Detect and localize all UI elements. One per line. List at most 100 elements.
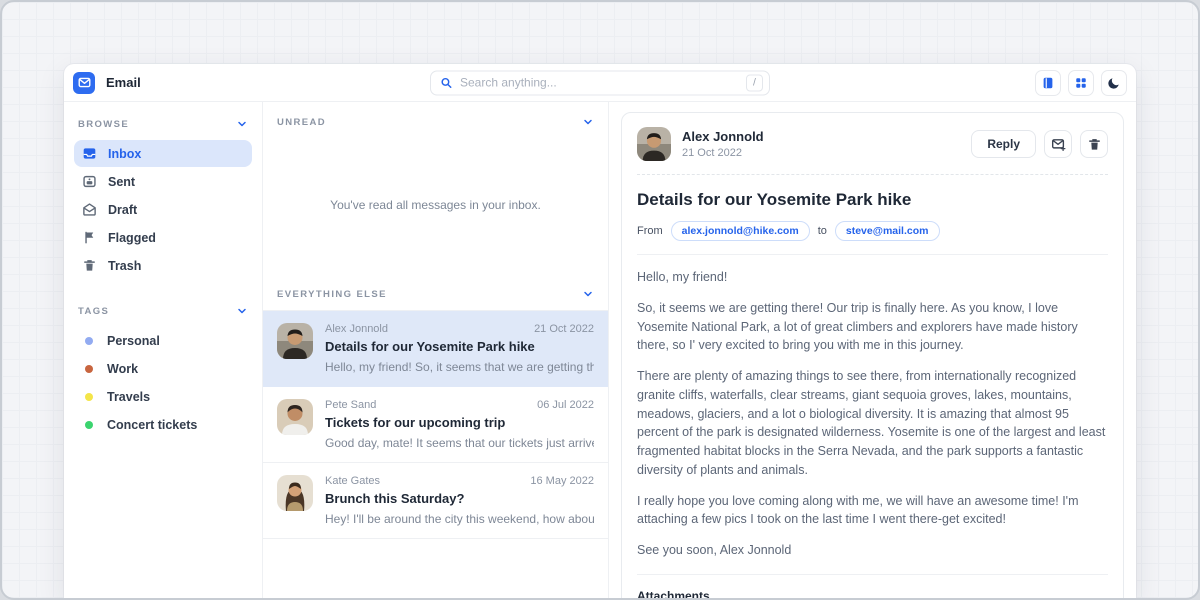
body-paragraph: Hello, my friend!	[637, 268, 1108, 287]
tag-personal[interactable]: Personal	[74, 327, 252, 355]
sidebar-item-trash[interactable]: Trash	[74, 252, 252, 279]
tags-section-header[interactable]: TAGS	[74, 301, 252, 327]
sidebar-item-draft[interactable]: Draft	[74, 196, 252, 223]
divider	[637, 574, 1108, 575]
app-title: Email	[106, 75, 141, 90]
unread-empty-text: You've read all messages in your inbox.	[330, 198, 541, 212]
from-to-row: From alex.jonnold@hike.com to steve@mail…	[637, 221, 1108, 241]
email-app-window: Email /	[64, 64, 1136, 598]
email-preview: Good day, mate! It seems that our ticket…	[325, 436, 594, 450]
sent-icon	[82, 174, 97, 189]
email-sender: Kate Gates	[325, 475, 380, 487]
chevron-down-icon[interactable]	[236, 305, 248, 317]
avatar	[637, 127, 671, 161]
detail-sender-block: Alex Jonnold 21 Oct 2022	[682, 129, 764, 159]
reply-button[interactable]: Reply	[971, 130, 1036, 158]
sidebar-item-inbox[interactable]: Inbox	[74, 140, 252, 167]
tag-color-dot	[85, 393, 93, 401]
tags-section: TAGS Personal Work	[74, 301, 252, 439]
address-book-button[interactable]	[1035, 70, 1061, 96]
detail-actions: Reply	[971, 130, 1108, 158]
envelope-icon	[78, 76, 91, 89]
trash-icon	[1087, 137, 1102, 152]
chevron-down-icon[interactable]	[582, 288, 594, 300]
grid-icon	[1074, 76, 1088, 90]
email-date: 16 May 2022	[530, 475, 594, 487]
email-sender: Alex Jonnold	[325, 323, 388, 335]
header-actions	[1035, 70, 1127, 96]
browse-section-header[interactable]: BROWSE	[74, 114, 252, 140]
tag-travels[interactable]: Travels	[74, 383, 252, 411]
email-meta: Pete Sand 06 Jul 2022 Tickets for our up…	[325, 399, 594, 450]
email-detail-card: Alex Jonnold 21 Oct 2022 Reply	[621, 112, 1124, 600]
inbox-icon	[82, 146, 97, 161]
detail-date: 21 Oct 2022	[682, 147, 764, 159]
email-preview: Hey! I'll be around the city this weeken…	[325, 512, 594, 526]
email-body: Hello, my friend! So, it seems we are ge…	[637, 255, 1108, 574]
sidebar-item-label: Trash	[108, 259, 141, 273]
email-list-item-alex[interactable]: Alex Jonnold 21 Oct 2022 Details for our…	[263, 311, 608, 387]
tag-color-dot	[85, 421, 93, 429]
apps-grid-button[interactable]	[1068, 70, 1094, 96]
tag-label: Concert tickets	[107, 418, 197, 432]
email-meta: Alex Jonnold 21 Oct 2022 Details for our…	[325, 323, 594, 374]
unread-section-header[interactable]: UNREAD	[263, 102, 608, 136]
to-email-chip[interactable]: steve@mail.com	[835, 221, 940, 241]
body-paragraph: So, it seems we are getting there! Our t…	[637, 299, 1108, 355]
email-preview: Hello, my friend! So, it seems that we a…	[325, 360, 594, 374]
tag-work[interactable]: Work	[74, 355, 252, 383]
tag-concert-tickets[interactable]: Concert tickets	[74, 411, 252, 439]
tag-color-dot	[85, 337, 93, 345]
unread-label: UNREAD	[277, 117, 326, 128]
delete-email-button[interactable]	[1080, 130, 1108, 158]
sidebar-item-label: Draft	[108, 203, 137, 217]
sidebar-item-label: Flagged	[108, 231, 156, 245]
email-subject: Details for our Yosemite Park hike	[325, 339, 594, 354]
email-list-item-kate[interactable]: Kate Gates 16 May 2022 Brunch this Satur…	[263, 463, 608, 539]
search-bar[interactable]: /	[430, 70, 770, 95]
everything-else-section-header[interactable]: EVERYTHING ELSE	[263, 274, 608, 311]
email-list-item-pete[interactable]: Pete Sand 06 Jul 2022 Tickets for our up…	[263, 387, 608, 463]
divider	[637, 174, 1108, 175]
tag-label: Personal	[107, 334, 160, 348]
search-input[interactable]	[460, 76, 746, 90]
app-header: Email /	[64, 64, 1136, 102]
detail-subject: Details for our Yosemite Park hike	[637, 190, 1108, 210]
app-body: BROWSE Inbox	[64, 102, 1136, 598]
book-icon	[1041, 76, 1055, 90]
sidebar-item-sent[interactable]: Sent	[74, 168, 252, 195]
tag-label: Work	[107, 362, 138, 376]
body-paragraph: See you soon, Alex Jonnold	[637, 541, 1108, 560]
detail-sender-name: Alex Jonnold	[682, 129, 764, 144]
sidebar-item-label: Sent	[108, 175, 135, 189]
from-email-chip[interactable]: alex.jonnold@hike.com	[671, 221, 810, 241]
mail-open-icon	[82, 202, 97, 217]
body-paragraph: There are plenty of amazing things to se…	[637, 367, 1108, 480]
sidebar-item-flagged[interactable]: Flagged	[74, 224, 252, 251]
tags-label: TAGS	[78, 306, 109, 317]
to-label: to	[818, 225, 827, 237]
from-label: From	[637, 225, 663, 237]
tag-label: Travels	[107, 390, 150, 404]
body-paragraph: I really hope you love coming along with…	[637, 492, 1108, 530]
app-logo	[73, 72, 95, 94]
avatar	[277, 323, 313, 359]
dark-mode-toggle[interactable]	[1101, 70, 1127, 96]
email-detail-panel: Alex Jonnold 21 Oct 2022 Reply	[609, 102, 1136, 598]
browser-frame: Email /	[0, 0, 1200, 600]
email-sender: Pete Sand	[325, 399, 376, 411]
email-date: 21 Oct 2022	[534, 323, 594, 335]
unread-empty-state: You've read all messages in your inbox.	[263, 136, 608, 274]
avatar	[277, 399, 313, 435]
email-subject: Tickets for our upcoming trip	[325, 415, 594, 430]
sidebar: BROWSE Inbox	[64, 102, 263, 598]
chevron-down-icon[interactable]	[236, 118, 248, 130]
sidebar-item-label: Inbox	[108, 147, 141, 161]
chevron-down-icon[interactable]	[582, 116, 594, 128]
email-date: 06 Jul 2022	[537, 399, 594, 411]
flag-icon	[82, 230, 97, 245]
forward-mail-button[interactable]	[1044, 130, 1072, 158]
tag-color-dot	[85, 365, 93, 373]
moon-icon	[1107, 76, 1121, 90]
message-list: UNREAD You've read all messages in your …	[263, 102, 609, 598]
